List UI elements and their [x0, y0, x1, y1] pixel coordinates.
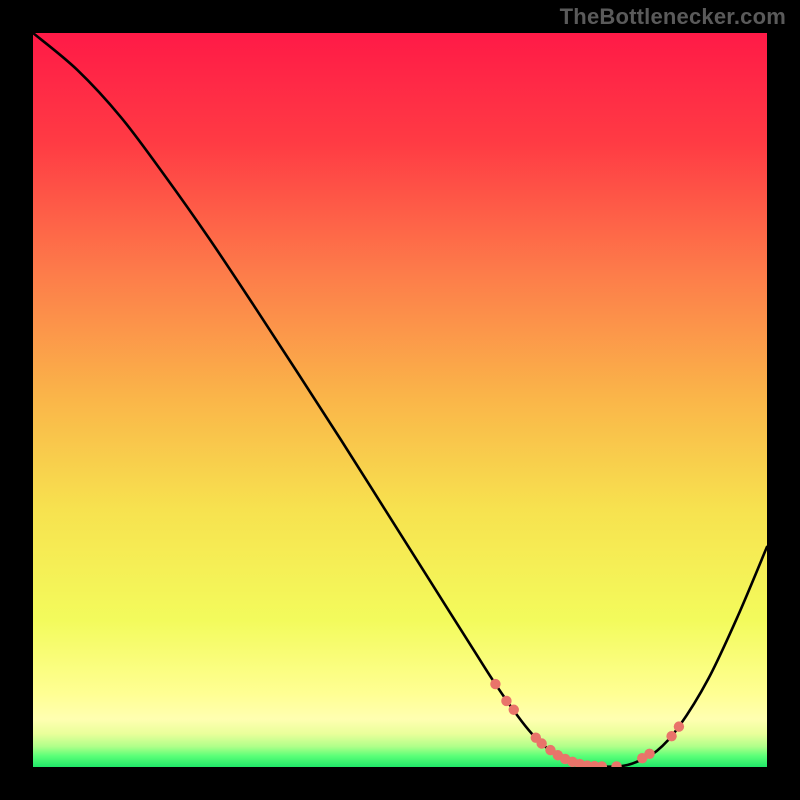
curve-marker [490, 679, 500, 689]
watermark-text: TheBottlenecker.com [560, 4, 786, 30]
chart-frame: TheBottlenecker.com [0, 0, 800, 800]
curve-marker [666, 731, 676, 741]
curve-marker [501, 696, 511, 706]
curve-marker [674, 721, 684, 731]
gradient-background [33, 33, 767, 767]
chart-svg [33, 33, 767, 767]
plot-area [33, 33, 767, 767]
curve-marker [509, 705, 519, 715]
curve-marker [536, 738, 546, 748]
curve-marker [644, 749, 654, 759]
